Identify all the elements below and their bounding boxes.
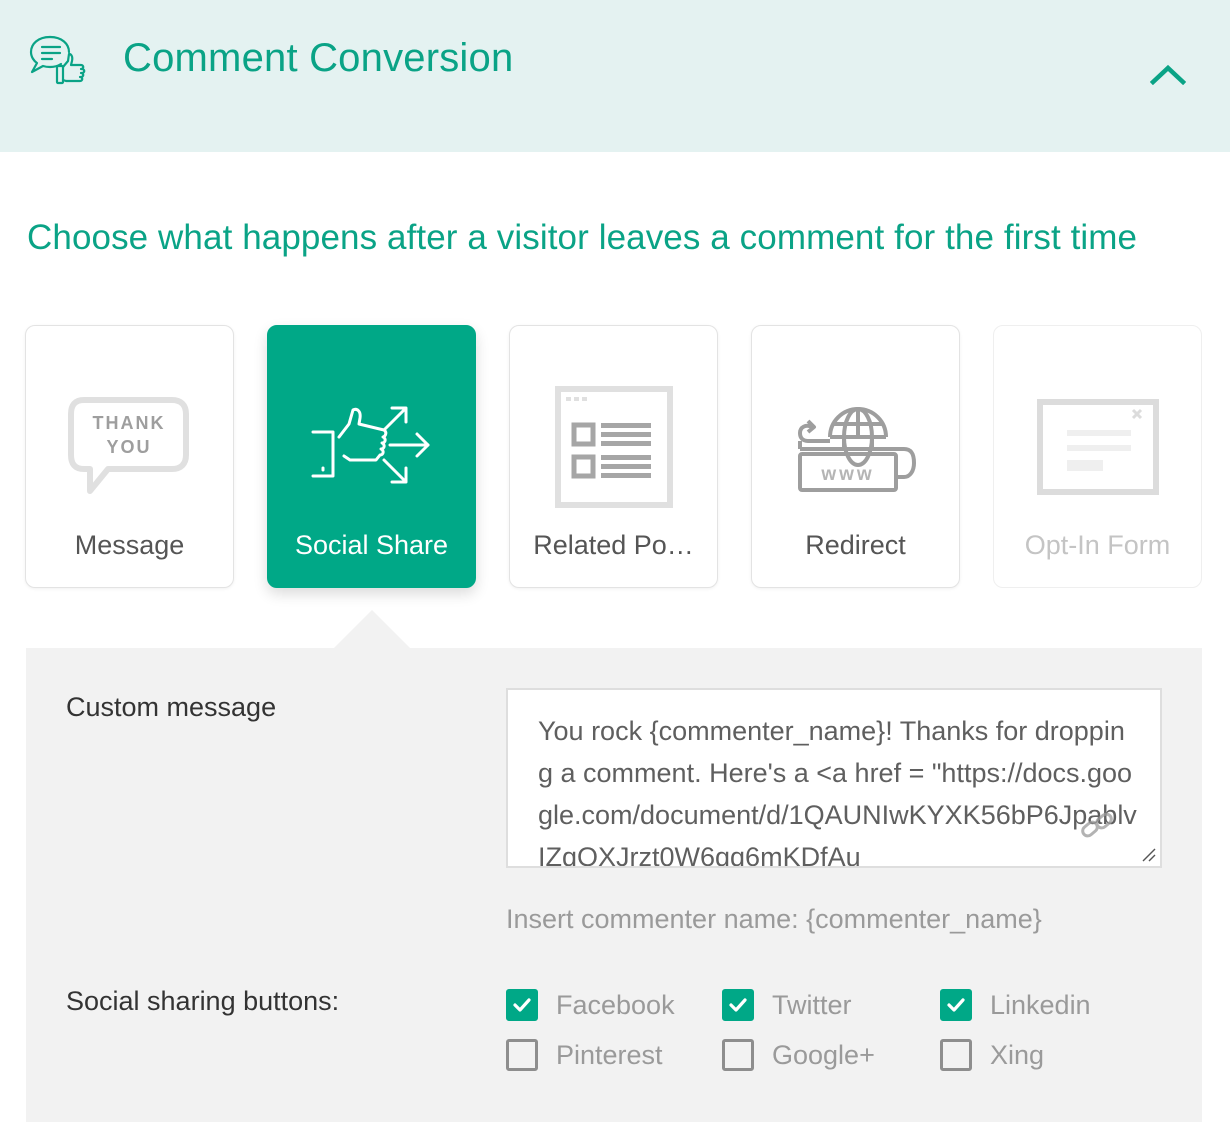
optin-form-window-icon — [1036, 399, 1159, 495]
checkbox-box[interactable] — [722, 989, 754, 1021]
section-header[interactable]: Comment Conversion — [0, 0, 1230, 152]
checkmark-icon — [947, 998, 965, 1012]
checkbox-label: Google+ — [772, 1039, 875, 1070]
section-title: Comment Conversion — [123, 36, 514, 80]
checkbox-facebook[interactable]: Facebook — [506, 989, 675, 1021]
custom-message-textarea[interactable]: You rock {commenter_name}! Thanks for dr… — [506, 688, 1162, 868]
icon-text-thank: THANK — [92, 413, 165, 433]
checkmark-icon — [729, 998, 747, 1012]
social-sharing-label: Social sharing buttons: — [66, 986, 340, 1016]
option-card-message[interactable]: THANK YOU Message — [25, 325, 234, 588]
option-label: Message — [74, 530, 185, 560]
option-label: Social Share — [294, 530, 449, 560]
section-subtitle: Choose what happens after a visitor leav… — [27, 218, 1138, 257]
checkbox-label: Xing — [990, 1039, 1045, 1070]
option-label: Redirect — [805, 530, 906, 560]
checkbox-label: Pinterest — [556, 1039, 663, 1070]
checkbox-box[interactable] — [506, 989, 538, 1021]
icon-text-you: YOU — [106, 437, 151, 457]
option-card-optin-form[interactable]: Opt-In Form — [993, 325, 1202, 588]
checkbox-box[interactable] — [506, 1039, 538, 1071]
checkbox-xing[interactable]: Xing — [940, 1039, 1044, 1071]
thank-you-bubble-icon: THANK YOU — [67, 397, 189, 494]
resize-handle-icon[interactable] — [1140, 846, 1156, 862]
custom-message-label: Custom message — [66, 692, 277, 722]
link-cursor-icon — [1081, 812, 1113, 838]
checkbox-label: Linkedin — [990, 989, 1091, 1020]
insert-name-hint: Insert commenter name: {commenter_name} — [506, 904, 1042, 934]
option-card-related-posts[interactable]: Related Po… — [509, 325, 718, 588]
collapse-button[interactable] — [1146, 58, 1190, 90]
chevron-up-icon — [1150, 64, 1186, 85]
custom-message-value[interactable]: You rock {commenter_name}! Thanks for dr… — [538, 710, 1138, 866]
checkbox-box[interactable] — [940, 1039, 972, 1071]
checkbox-linkedin[interactable]: Linkedin — [940, 989, 1091, 1021]
related-posts-icon — [554, 386, 673, 508]
checkbox-label: Twitter — [772, 989, 852, 1020]
checkbox-box[interactable] — [722, 1039, 754, 1071]
thumbs-up-share-icon — [311, 406, 429, 484]
checkmark-icon — [513, 998, 531, 1012]
checkbox-label: Facebook — [556, 989, 675, 1020]
option-label: Related Po… — [533, 530, 694, 560]
option-card-redirect[interactable]: www Redirect — [751, 325, 960, 588]
comment-thumbs-up-icon — [29, 35, 86, 85]
option-label: Opt-In Form — [1024, 530, 1171, 560]
conversion-options: THANK YOU Message Social Share Related P… — [25, 325, 1205, 590]
globe-www-redirect-icon: www — [797, 407, 916, 492]
checkbox-box[interactable] — [940, 989, 972, 1021]
checkbox-twitter[interactable]: Twitter — [722, 989, 852, 1021]
icon-text-www: www — [820, 464, 874, 485]
checkbox-google-plus[interactable]: Google+ — [722, 1039, 875, 1071]
option-card-social-share[interactable]: Social Share — [267, 325, 476, 588]
checkbox-pinterest[interactable]: Pinterest — [506, 1039, 663, 1071]
selected-option-pointer — [334, 610, 410, 648]
